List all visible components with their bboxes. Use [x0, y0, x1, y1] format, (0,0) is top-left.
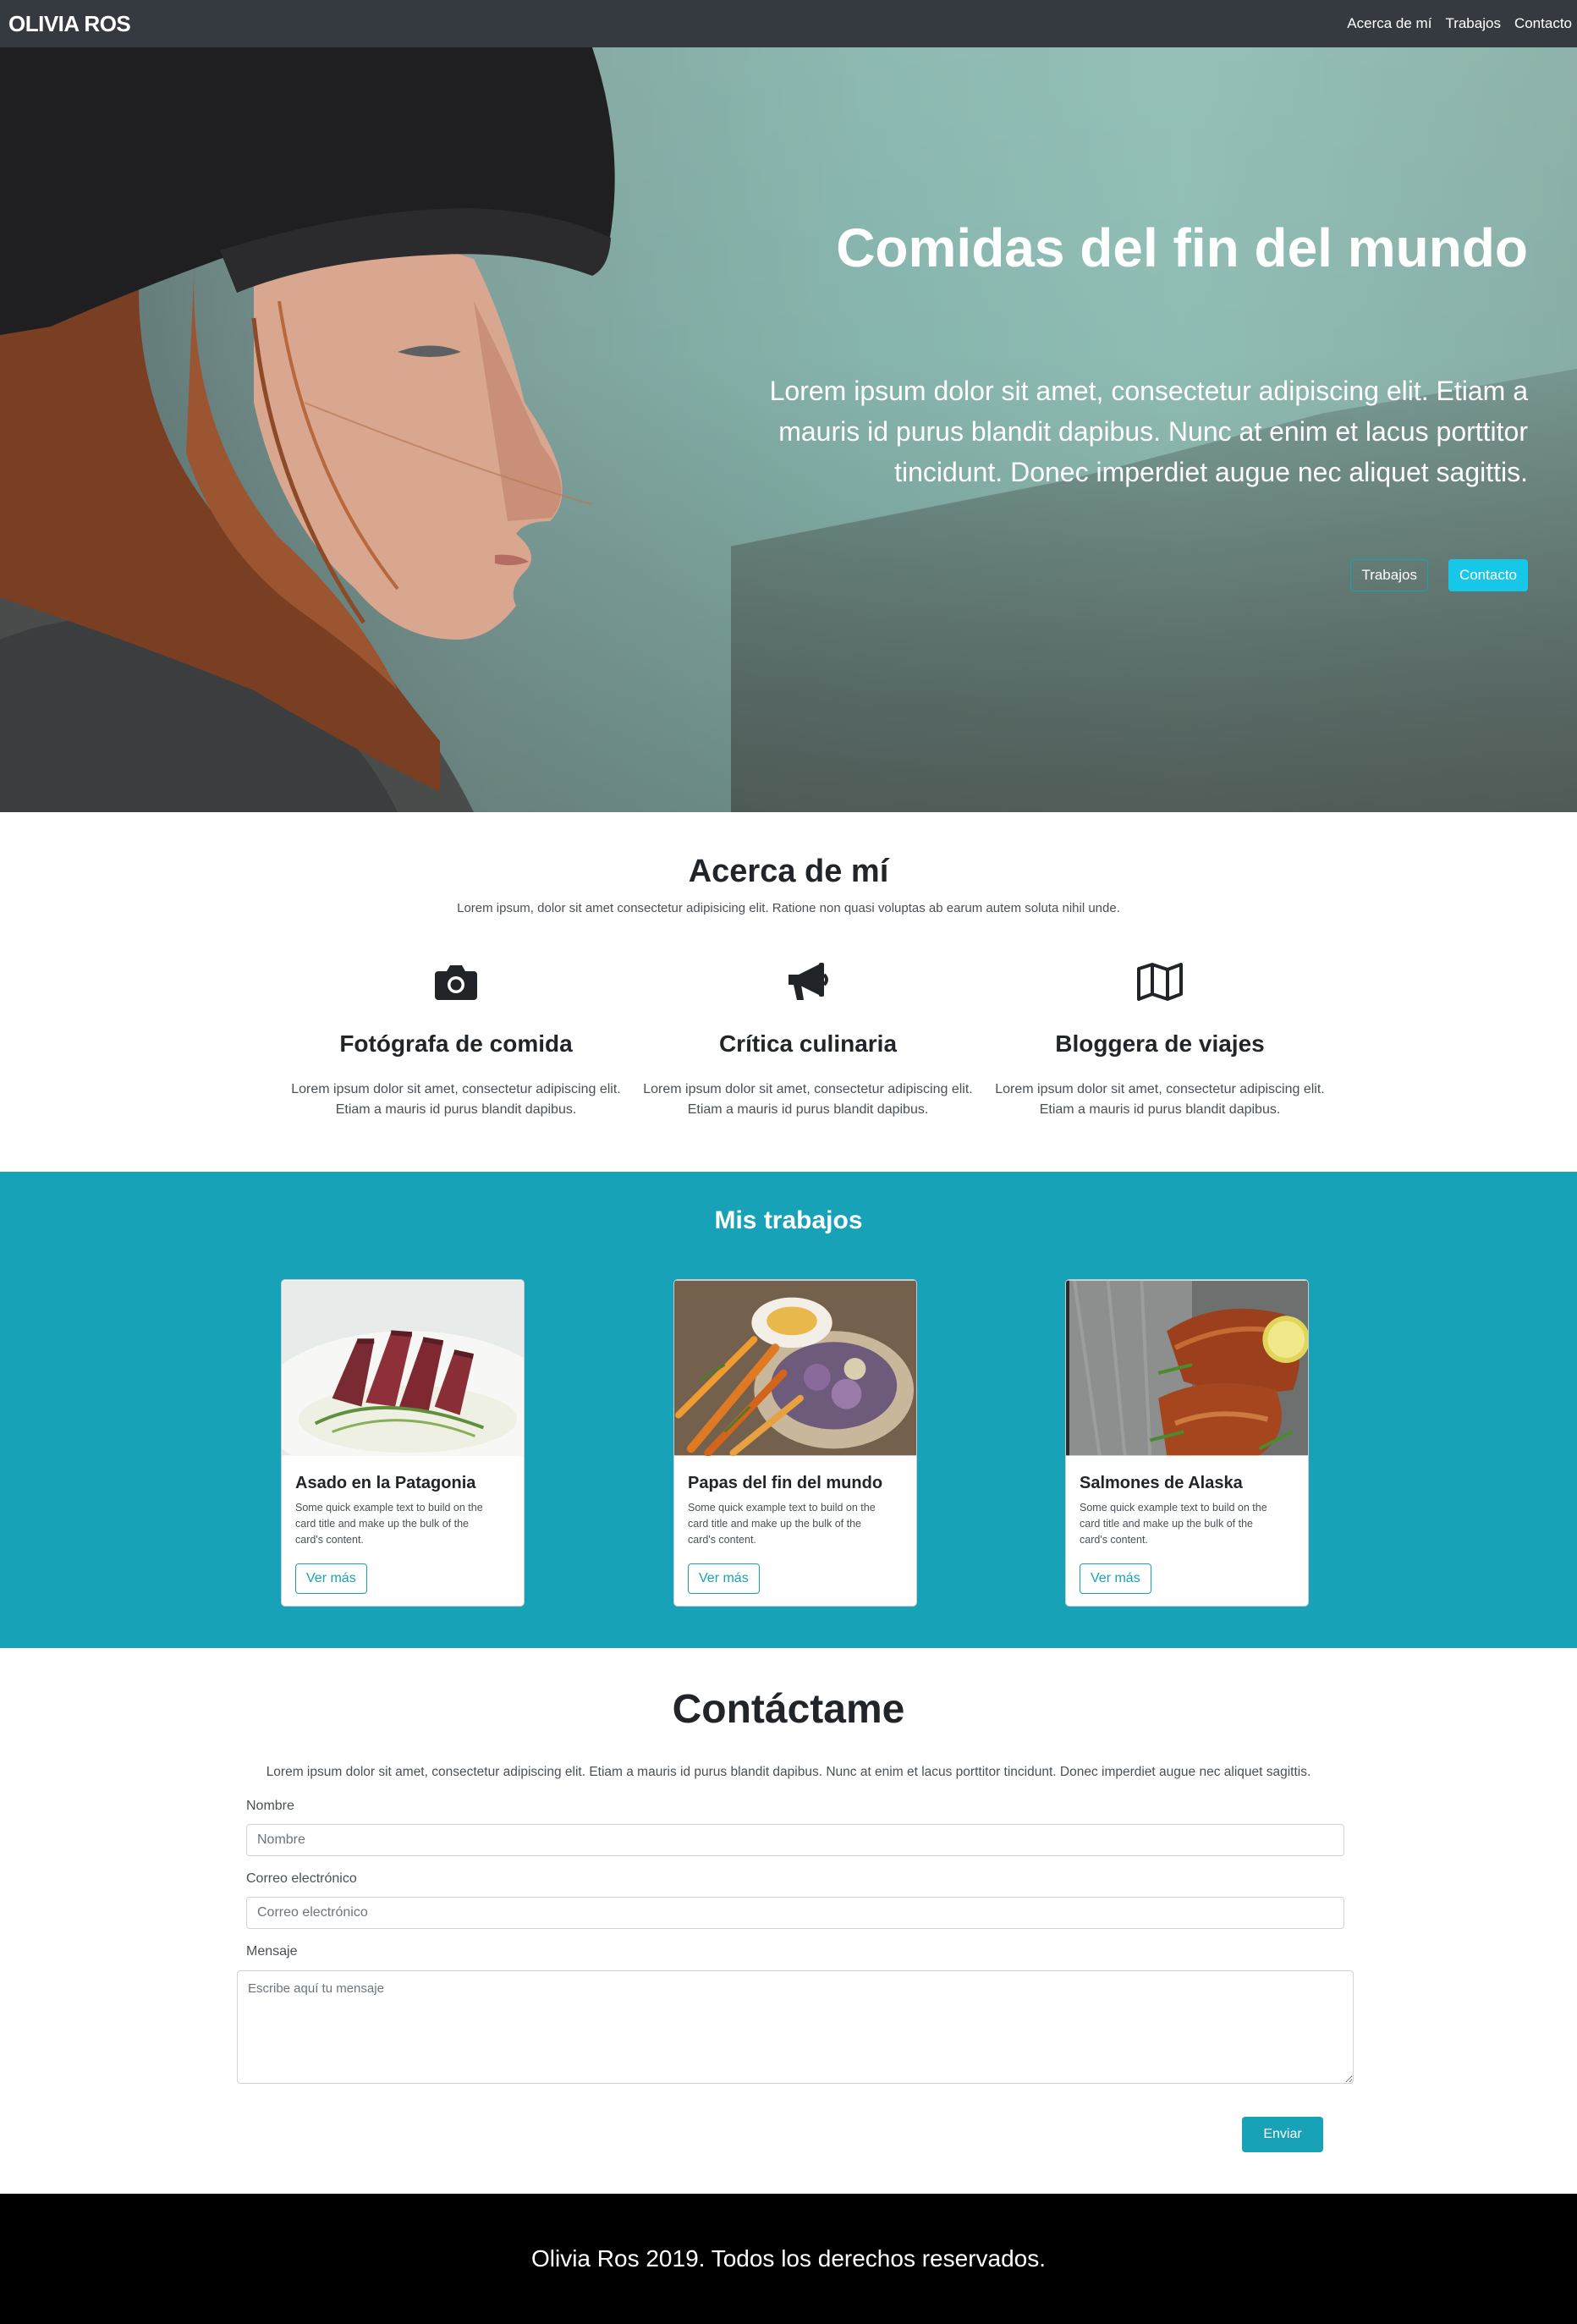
nav-links: Acerca de mí Trabajos Contacto: [1347, 15, 1572, 32]
works-title: Mis trabajos: [714, 1206, 863, 1234]
card-title: Salmones de Alaska: [1080, 1474, 1243, 1492]
feature-title: Crítica culinaria: [718, 1030, 898, 1057]
contact-lead: Lorem ipsum dolor sit amet, consectetur …: [266, 1765, 1311, 1779]
contact-section: Contáctame Lorem ipsum dolor sit amet, c…: [0, 1648, 1577, 2194]
card-title: Asado en la Patagonia: [295, 1474, 476, 1492]
feature-title: Fotógrafa de comida: [339, 1030, 573, 1057]
work-card-papas: Papas del fin del mundo Some quick examp…: [673, 1279, 917, 1607]
card-more-button[interactable]: Ver más: [688, 1563, 760, 1594]
feature-text: Lorem ipsum dolor sit amet, consectetur …: [995, 1082, 1325, 1117]
bullhorn-icon: [639, 956, 977, 1007]
card-body: Papas del fin del mundo Some quick examp…: [674, 1460, 916, 1606]
hero-portrait-image: [0, 47, 615, 812]
card-image-asado: [282, 1280, 524, 1483]
card-text: Some quick example text to build on the …: [688, 1502, 876, 1546]
email-label: Correo electrónico: [246, 1871, 357, 1886]
hero-buttons: Trabajos Contacto: [1350, 559, 1528, 591]
hero-lead: Lorem ipsum dolor sit amet, consectetur …: [769, 376, 1528, 487]
card-text: Some quick example text to build on the …: [295, 1502, 483, 1546]
feature-title: Bloggera de viajes: [1055, 1030, 1265, 1057]
card-image-papas: [674, 1280, 916, 1457]
send-button[interactable]: Enviar: [1242, 2117, 1323, 2152]
navbar: OLIVIA ROS Acerca de mí Trabajos Contact…: [0, 0, 1577, 47]
map-icon: [991, 956, 1329, 1007]
works-section: Mis trabajos Asado en la Patagonia Some …: [0, 1172, 1577, 1648]
contact-title: Contáctame: [672, 1687, 905, 1732]
nav-link-contact[interactable]: Contacto: [1514, 15, 1572, 32]
feature-travel-blogger: Bloggera de viajes Lorem ipsum dolor sit…: [991, 956, 1329, 1120]
feature-culinary-critic: Crítica culinaria Lorem ipsum dolor sit …: [639, 956, 977, 1120]
message-label: Mensaje: [246, 1944, 298, 1959]
hero-title: Comidas del fin del mundo: [836, 217, 1528, 278]
card-body: Salmones de Alaska Some quick example te…: [1066, 1460, 1308, 1606]
about-lead: Lorem ipsum, dolor sit amet consectetur …: [457, 901, 1120, 915]
work-card-asado: Asado en la Patagonia Some quick example…: [281, 1279, 525, 1607]
nav-link-works[interactable]: Trabajos: [1445, 15, 1501, 32]
hero-works-button[interactable]: Trabajos: [1350, 559, 1428, 591]
card-title: Papas del fin del mundo: [688, 1474, 883, 1492]
hero-contact-button[interactable]: Contacto: [1448, 559, 1528, 591]
card-image-salmones: [1066, 1280, 1308, 1456]
hero-section: Comidas del fin del mundo Lorem ipsum do…: [0, 47, 1577, 812]
card-more-button[interactable]: Ver más: [295, 1563, 367, 1594]
camera-icon: [287, 956, 625, 1007]
email-input[interactable]: [246, 1897, 1344, 1929]
name-input[interactable]: [246, 1824, 1344, 1856]
card-text: Some quick example text to build on the …: [1080, 1502, 1267, 1546]
about-section: Acerca de mí Lorem ipsum, dolor sit amet…: [0, 812, 1577, 1172]
nav-link-about[interactable]: Acerca de mí: [1347, 15, 1431, 32]
message-textarea[interactable]: [237, 1970, 1354, 2084]
brand-logo[interactable]: OLIVIA ROS: [8, 11, 131, 37]
card-body: Asado en la Patagonia Some quick example…: [282, 1460, 524, 1606]
work-card-salmones: Salmones de Alaska Some quick example te…: [1065, 1279, 1309, 1607]
about-title: Acerca de mí: [688, 854, 889, 889]
footer-copyright: Olivia Ros 2019. Todos los derechos rese…: [530, 2245, 1047, 2272]
feature-text: Lorem ipsum dolor sit amet, consectetur …: [643, 1082, 973, 1117]
feature-food-photographer: Fotógrafa de comida Lorem ipsum dolor si…: [287, 956, 625, 1120]
name-label: Nombre: [246, 1799, 294, 1813]
feature-text: Lorem ipsum dolor sit amet, consectetur …: [291, 1082, 621, 1117]
card-more-button[interactable]: Ver más: [1080, 1563, 1151, 1594]
footer: Olivia Ros 2019. Todos los derechos rese…: [0, 2194, 1577, 2324]
